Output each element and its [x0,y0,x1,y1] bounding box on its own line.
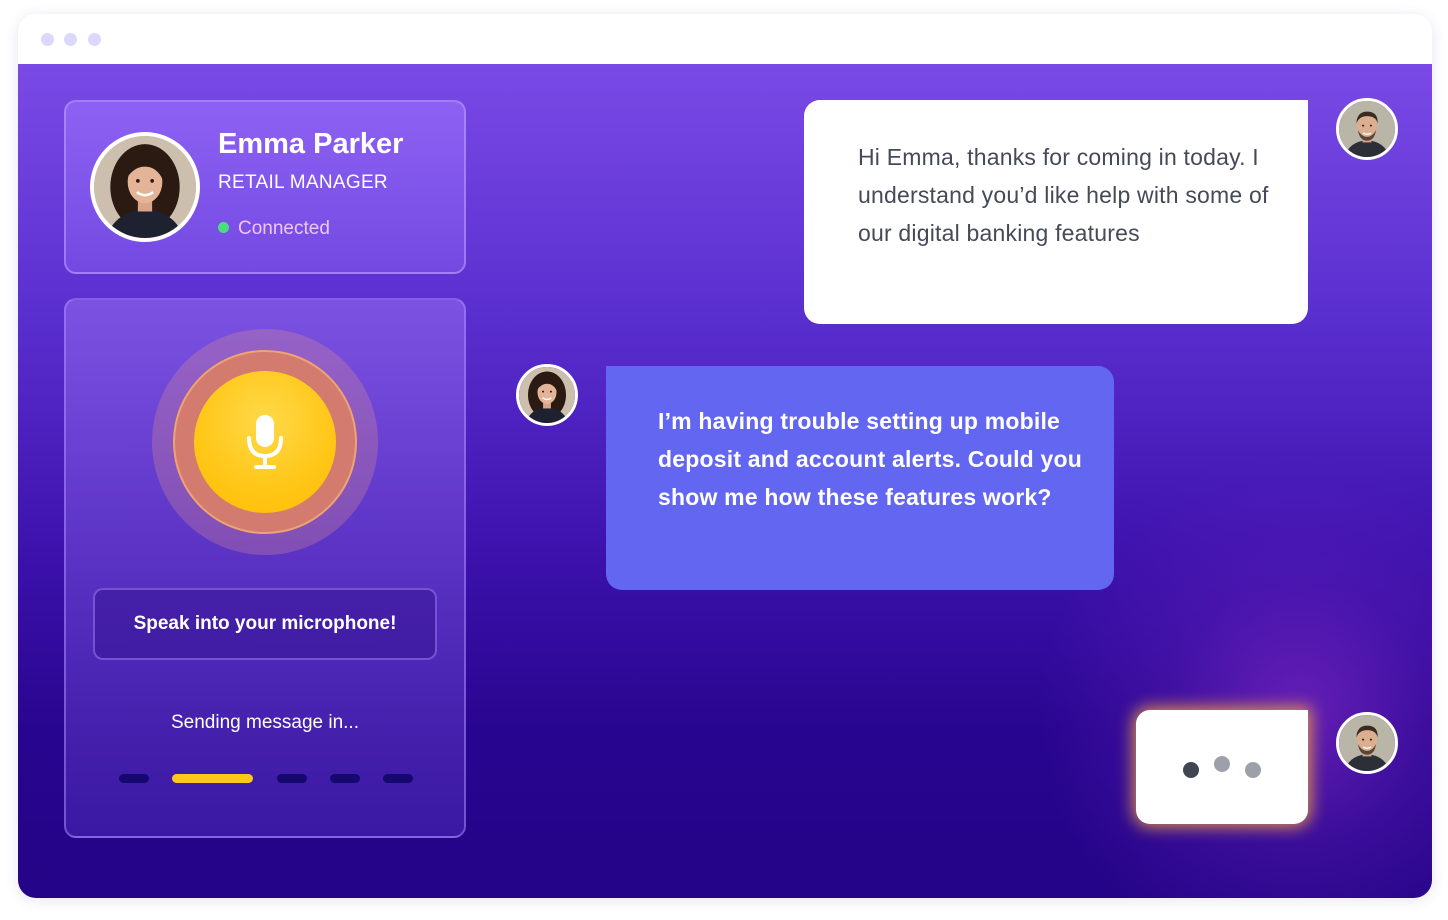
connection-status: Connected [218,218,330,240]
profile-name: Emma Parker [218,128,404,160]
status-dot-icon [218,222,229,233]
window-minimize-control[interactable] [64,33,77,46]
user-avatar [516,364,578,426]
sending-countdown-label: Sending message in... [170,712,359,733]
progress-segment-active [172,774,253,783]
progress-segment [383,774,413,783]
voice-input-card: Speak into your microphone! Sending mess… [64,298,466,838]
progress-segment [330,774,360,783]
microphone-icon [247,415,283,469]
progress-segment [277,774,307,783]
progress-segment [119,774,149,783]
profile-role: RETAIL MANAGER [218,172,388,193]
profile-card: Emma Parker RETAIL MANAGER Connected [64,100,466,274]
connection-status-label: Connected [238,218,330,239]
typing-dot-icon [1214,756,1230,772]
agent-avatar-typing [1336,712,1398,774]
user-message-bubble: I’m having trouble setting up mobile dep… [606,366,1114,590]
speak-prompt: Speak into your microphone! [93,588,437,660]
typing-dot-icon [1245,762,1261,778]
agent-avatar [1336,98,1398,160]
microphone-button[interactable] [194,371,336,513]
typing-indicator-bubble [1136,710,1308,824]
agent-message-bubble: Hi Emma, thanks for coming in today. I u… [804,100,1308,324]
profile-avatar [90,132,200,242]
conversation-stage: Emma Parker RETAIL MANAGER Connected Spe… [18,64,1432,898]
typing-dot-icon [1183,762,1199,778]
man-portrait-avatar [1339,101,1395,157]
window-maximize-control[interactable] [88,33,101,46]
countdown-progress [66,774,464,784]
man-portrait-avatar [1339,715,1395,771]
app-window: Emma Parker RETAIL MANAGER Connected Spe… [18,14,1432,898]
window-titlebar [18,14,1432,64]
woman-portrait-avatar [94,136,196,238]
woman-portrait-avatar [519,367,575,423]
window-close-control[interactable] [41,33,54,46]
